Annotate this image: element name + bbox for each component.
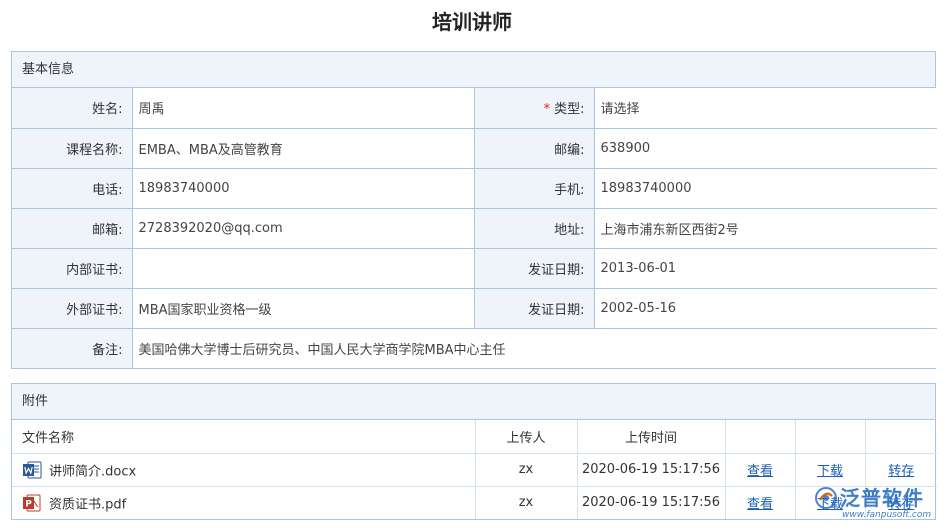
col-filename: 文件名称 — [12, 420, 476, 454]
save-link[interactable]: 转存 — [888, 464, 914, 479]
email-field[interactable]: 2728392020@qq.com — [132, 208, 475, 249]
col-action-save — [865, 420, 937, 454]
course-field[interactable]: EMBA、MBA及高管教育 — [132, 128, 475, 169]
zipcode-field[interactable]: 638900 — [594, 128, 937, 169]
table-row: P 资质证书.pdf zx 2020-06-19 15:17:56 查看 下载 … — [12, 486, 937, 519]
file-name: 讲师简介.docx — [49, 464, 137, 479]
action-cell: 查看 — [725, 486, 796, 519]
issue-date-label: 发证日期: — [474, 248, 595, 289]
address-field[interactable]: 上海市浦东新区西街2号 — [594, 208, 937, 249]
file-name: 资质证书.pdf — [49, 497, 127, 513]
external-cert-label: 外部证书: — [12, 288, 133, 329]
issue-date-field[interactable]: 2002-05-16 — [594, 288, 937, 329]
pdf-doc-icon: P — [22, 493, 42, 513]
name-label: 姓名: — [12, 88, 133, 129]
file-cell: 讲师简介.docx — [12, 453, 476, 487]
info-row: 邮箱: 2728392020@qq.com 地址: 上海市浦东新区西街2号 — [12, 208, 937, 249]
course-label: 课程名称: — [12, 128, 133, 169]
watermark-logo: 泛普软件 www.fanpusoft.com — [808, 482, 938, 526]
info-row: 备注: 美国哈佛大学博士后研究员、中国人民大学商学院MBA中心主任 — [12, 328, 937, 368]
watermark-text: 泛普软件 — [840, 486, 924, 510]
issue-date-label: 发证日期: — [474, 288, 595, 329]
address-label: 地址: — [474, 208, 595, 249]
internal-cert-field[interactable] — [132, 248, 475, 289]
info-row: 外部证书: MBA国家职业资格一级 发证日期: 2002-05-16 — [12, 288, 937, 329]
table-row: 讲师简介.docx zx 2020-06-19 15:17:56 查看 下载 转… — [12, 453, 937, 487]
attachments-panel: 附件 文件名称 上传人 上传时间 讲师简介.docx zx 2020-06-19… — [11, 383, 937, 520]
type-select[interactable]: 请选择 — [594, 88, 937, 129]
file-cell: P 资质证书.pdf — [12, 486, 476, 519]
action-cell: 查看 — [725, 453, 796, 487]
attachments-header-row: 文件名称 上传人 上传时间 — [12, 420, 937, 454]
info-row: 姓名: 周禹 * 类型: 请选择 — [12, 88, 937, 129]
view-link[interactable]: 查看 — [747, 497, 773, 512]
mobile-field[interactable]: 18983740000 — [594, 168, 937, 209]
page-title: 培训讲师 — [432, 10, 512, 34]
external-cert-field[interactable]: MBA国家职业资格一级 — [132, 288, 475, 329]
remark-label: 备注: — [12, 328, 133, 368]
col-action-view — [725, 420, 796, 454]
email-label: 邮箱: — [12, 208, 133, 249]
col-uploader: 上传人 — [475, 420, 578, 454]
download-link[interactable]: 下载 — [817, 464, 843, 479]
uploader-cell: zx — [475, 453, 578, 487]
info-row: 电话: 18983740000 手机: 18983740000 — [12, 168, 937, 209]
remark-field[interactable]: 美国哈佛大学博士后研究员、中国人民大学商学院MBA中心主任 — [132, 328, 937, 368]
phone-field[interactable]: 18983740000 — [132, 168, 475, 209]
zipcode-label: 邮编: — [474, 128, 595, 169]
basic-info-table: 姓名: 周禹 * 类型: 请选择 课程名称: EMBA、MBA及高管教育 邮编: … — [12, 88, 937, 368]
col-upload-time: 上传时间 — [577, 420, 726, 454]
name-field[interactable]: 周禹 — [132, 88, 475, 129]
required-marker: * — [543, 102, 551, 118]
attachments-table: 文件名称 上传人 上传时间 讲师简介.docx zx 2020-06-19 15… — [12, 420, 937, 519]
svg-text:P: P — [25, 499, 32, 509]
basic-info-header: 基本信息 — [12, 52, 935, 88]
watermark-url: www.fanpusoft.com — [842, 510, 932, 520]
type-label-text: 类型: — [554, 102, 585, 118]
internal-cert-label: 内部证书: — [12, 248, 133, 289]
info-row: 课程名称: EMBA、MBA及高管教育 邮编: 638900 — [12, 128, 937, 169]
issue-date-field[interactable]: 2013-06-01 — [594, 248, 937, 289]
upload-time-cell: 2020-06-19 15:17:56 — [577, 453, 726, 487]
view-link[interactable]: 查看 — [747, 464, 773, 479]
mobile-label: 手机: — [474, 168, 595, 209]
info-row: 内部证书: 发证日期: 2013-06-01 — [12, 248, 937, 289]
type-label: * 类型: — [474, 88, 595, 129]
uploader-cell: zx — [475, 486, 578, 519]
col-action-download — [795, 420, 866, 454]
basic-info-panel: 基本信息 姓名: 周禹 * 类型: 请选择 课程名称: EMBA、MBA及高管教育… — [11, 51, 937, 369]
phone-label: 电话: — [12, 168, 133, 209]
logo-icon — [814, 486, 838, 514]
word-doc-icon — [22, 460, 42, 480]
attachments-header: 附件 — [12, 384, 935, 420]
upload-time-cell: 2020-06-19 15:17:56 — [577, 486, 726, 519]
